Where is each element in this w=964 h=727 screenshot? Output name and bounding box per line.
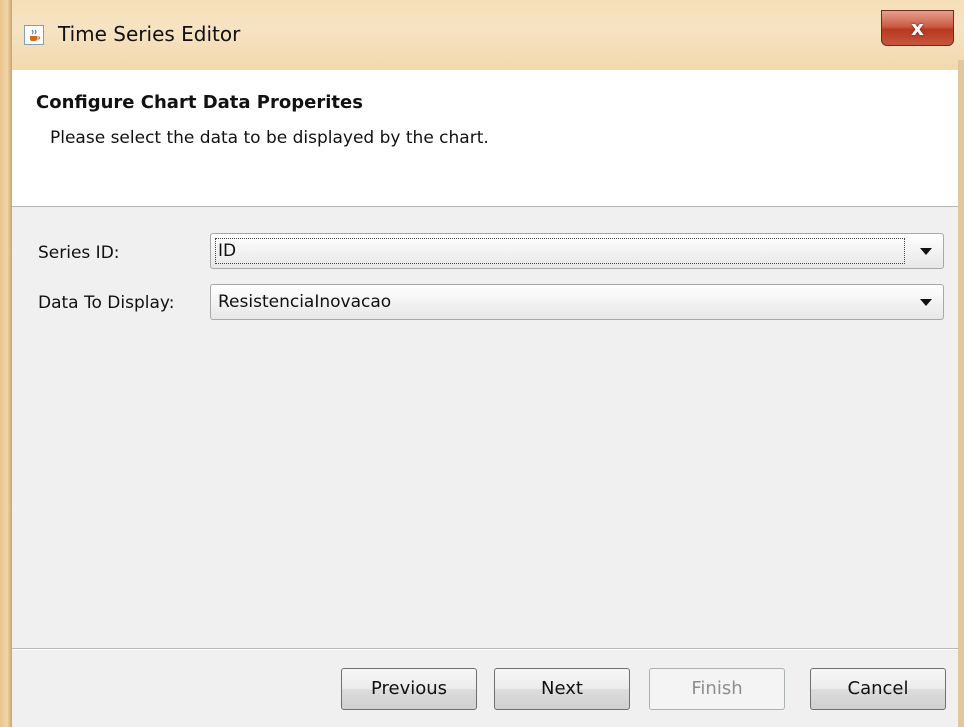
- window-right-border: [958, 60, 964, 727]
- footer-separator: [12, 648, 958, 650]
- dialog-content: Configure Chart Data Properites Please s…: [12, 70, 958, 727]
- wizard-header: Configure Chart Data Properites Please s…: [12, 70, 958, 207]
- window-title: Time Series Editor: [58, 22, 241, 46]
- series-id-value: ID: [218, 241, 237, 261]
- cancel-button[interactable]: Cancel: [810, 668, 946, 710]
- finish-button[interactable]: Finish: [649, 668, 785, 710]
- close-button[interactable]: x: [881, 10, 954, 46]
- chevron-down-icon[interactable]: [909, 234, 943, 268]
- chevron-down-icon[interactable]: [909, 285, 943, 319]
- title-bar[interactable]: Time Series Editor x: [0, 0, 964, 70]
- data-to-display-dropdown[interactable]: ResistenciaInovacao: [210, 284, 944, 320]
- window-left-border: [0, 0, 12, 727]
- java-cup-icon: [24, 25, 44, 45]
- series-id-dropdown[interactable]: ID: [210, 233, 944, 269]
- focus-ring: [215, 238, 905, 264]
- data-to-display-value: ResistenciaInovacao: [218, 292, 392, 312]
- previous-button[interactable]: Previous: [341, 668, 477, 710]
- series-id-label: Series ID:: [38, 243, 120, 263]
- page-title: Configure Chart Data Properites: [36, 92, 363, 113]
- page-description: Please select the data to be displayed b…: [50, 128, 489, 148]
- next-button[interactable]: Next: [494, 668, 630, 710]
- time-series-editor-window: Time Series Editor x Configure Chart Dat…: [0, 0, 964, 727]
- data-to-display-label: Data To Display:: [38, 293, 175, 313]
- close-icon: x: [911, 16, 924, 40]
